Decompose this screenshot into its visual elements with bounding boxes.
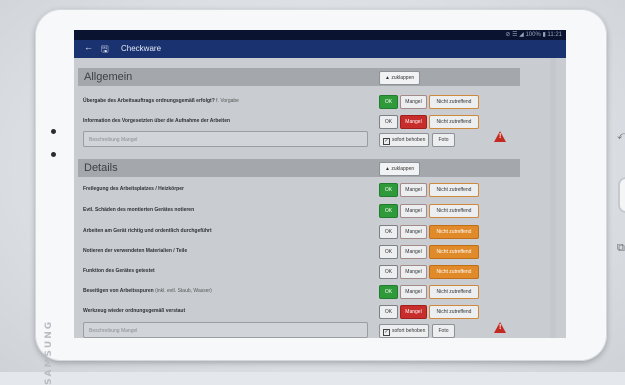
not-applicable-button[interactable]: Nicht zutreffend bbox=[429, 285, 479, 299]
camera-icon bbox=[51, 152, 56, 157]
recent-apps-icon[interactable]: ⧉ bbox=[617, 241, 625, 255]
mangel-button[interactable]: Mangel bbox=[400, 265, 427, 279]
checklist-row: Arbeiten am Gerät richtig und ordentlich… bbox=[78, 222, 520, 242]
row-label-text: Notieren der verwendeten Materialien / T… bbox=[83, 248, 188, 254]
collapse-button[interactable]: ▲ zuklappen bbox=[379, 162, 421, 176]
not-applicable-button[interactable]: Nicht zutreffend bbox=[429, 225, 479, 239]
ok-button[interactable]: OK bbox=[379, 245, 398, 259]
brand-logo: SAMSUNG bbox=[44, 319, 54, 385]
row-label-text: Freilegung des Arbeitsplatzes / Heizkörp… bbox=[83, 186, 184, 192]
ok-button[interactable]: OK bbox=[379, 305, 398, 319]
ok-button[interactable]: OK bbox=[379, 265, 398, 279]
row-label-text: Übergabe des Arbeitsauftrags ordnungsgem… bbox=[83, 98, 215, 104]
not-applicable-button[interactable]: Nicht zutreffend bbox=[429, 265, 479, 279]
row-label-text: Funktion des Gerätes getestet bbox=[83, 268, 155, 274]
checklist-row: Evtl. Schäden des montierten Gerätes not… bbox=[78, 201, 520, 221]
row-label-text: Arbeiten am Gerät richtig und ordentlich… bbox=[83, 228, 212, 234]
mangel-button[interactable]: Mangel bbox=[400, 183, 427, 197]
row-label: Freilegung des Arbeitsplatzes / Heizkörp… bbox=[83, 186, 184, 192]
checkbox-icon: ✓ bbox=[383, 138, 390, 145]
photo-button[interactable]: Foto bbox=[432, 133, 455, 147]
mangel-button[interactable]: Mangel bbox=[400, 245, 427, 259]
defect-description-input[interactable]: Beschreibung Mangel bbox=[83, 322, 368, 338]
row-label-text: Werkzeug wieder ordnungsgemäß verstaut bbox=[83, 308, 186, 314]
row-label-note: (inkl. evtl. Staub, Wasser) bbox=[155, 288, 212, 294]
checklist-row: Funktion des Gerätes getestet OK Mangel Nic… bbox=[78, 262, 520, 282]
row-label-text: Beseitigen von Arbeitsspuren bbox=[83, 288, 154, 294]
checklist-content: Allgemein ▲ zuklappen Übergabe des Arbeits… bbox=[74, 58, 566, 338]
fixed-immediately-toggle[interactable]: ✓ sofort behoben bbox=[379, 324, 430, 338]
row-label: Notieren der verwendeten Materialien / T… bbox=[83, 248, 187, 254]
app-bar: ← 🖫 Checkware bbox=[74, 40, 566, 58]
row-label: Übergabe des Arbeitsauftrags ordnungsgem… bbox=[83, 98, 239, 104]
ok-button[interactable]: OK bbox=[379, 115, 398, 129]
collapse-button[interactable]: ▲ zuklappen bbox=[379, 71, 421, 85]
fixed-immediately-label: sofort behoben bbox=[392, 328, 426, 334]
defect-description-row: Beschreibung Mangel ✓ sofort behoben Foto bbox=[78, 321, 520, 338]
row-label: Funktion des Gerätes getestet bbox=[83, 268, 155, 274]
row-label-note: f. Vorgabe bbox=[216, 98, 239, 104]
sensor-icon bbox=[51, 129, 56, 134]
fixed-immediately-label: sofort behoben bbox=[392, 137, 426, 143]
not-applicable-button[interactable]: Nicht zutreffend bbox=[429, 204, 479, 218]
ok-button[interactable]: OK bbox=[379, 95, 398, 109]
save-icon[interactable]: 🖫 bbox=[101, 42, 109, 58]
ok-button[interactable]: OK bbox=[379, 225, 398, 239]
defect-description-input[interactable]: Beschreibung Mangel bbox=[83, 131, 368, 147]
section-header: Allgemein ▲ zuklappen bbox=[78, 68, 520, 86]
row-label-text: Evtl. Schäden des montierten Gerätes not… bbox=[83, 207, 195, 213]
checklist-row: Übergabe des Arbeitsauftrags ordnungsgem… bbox=[78, 92, 520, 112]
screen: ⊘ ☰ ◢ 100% ▮ 11:21 ← 🖫 Checkware Allgeme… bbox=[74, 30, 566, 338]
mangel-button[interactable]: Mangel bbox=[400, 95, 427, 109]
home-button[interactable] bbox=[618, 177, 625, 213]
mangel-button[interactable]: Mangel bbox=[400, 305, 427, 319]
not-applicable-button[interactable]: Nicht zutreffend bbox=[429, 305, 479, 319]
not-applicable-button[interactable]: Nicht zutreffend bbox=[429, 245, 479, 259]
checklist-row: Werkzeug wieder ordnungsgemäß verstaut OK… bbox=[78, 302, 520, 322]
status-text: ⊘ ☰ ◢ 100% ▮ 11:21 bbox=[505, 32, 562, 38]
section-header: Details ▲ zuklappen bbox=[78, 159, 520, 177]
scrollbar[interactable] bbox=[550, 58, 556, 338]
row-label: Werkzeug wieder ordnungsgemäß verstaut bbox=[83, 308, 185, 314]
mangel-button[interactable]: Mangel bbox=[400, 204, 427, 218]
ok-button[interactable]: OK bbox=[379, 183, 398, 197]
checklist-row: Freilegung des Arbeitsplatzes / Heizkörp… bbox=[78, 180, 520, 200]
row-label: Beseitigen von Arbeitsspuren (inkl. evtl… bbox=[83, 288, 212, 294]
warning-icon bbox=[494, 131, 506, 142]
back-arrow-icon[interactable]: ← bbox=[84, 42, 93, 52]
section-title: Details bbox=[84, 162, 118, 174]
mangel-button[interactable]: Mangel bbox=[400, 285, 427, 299]
row-label: Information des Vorgesetzten über die Au… bbox=[83, 118, 230, 124]
status-bar: ⊘ ☰ ◢ 100% ▮ 11:21 bbox=[74, 30, 566, 40]
row-label-text: Information des Vorgesetzten über die Au… bbox=[83, 118, 231, 124]
back-key-icon[interactable]: ⤺ bbox=[617, 129, 625, 143]
row-label: Arbeiten am Gerät richtig und ordentlich… bbox=[83, 228, 212, 234]
ok-button[interactable]: OK bbox=[379, 204, 398, 218]
defect-description-row: Beschreibung Mangel ✓ sofort behoben Foto bbox=[78, 130, 520, 150]
checklist-row: Notieren der verwendeten Materialien / T… bbox=[78, 242, 520, 262]
fixed-immediately-toggle[interactable]: ✓ sofort behoben bbox=[379, 133, 430, 147]
photo-button[interactable]: Foto bbox=[432, 324, 455, 338]
not-applicable-button[interactable]: Nicht zutreffend bbox=[429, 95, 479, 109]
ok-button[interactable]: OK bbox=[379, 285, 398, 299]
mangel-button[interactable]: Mangel bbox=[400, 115, 427, 129]
checklist-row: Beseitigen von Arbeitsspuren (inkl. evtl… bbox=[78, 282, 520, 302]
app-title: Checkware bbox=[121, 44, 162, 53]
not-applicable-button[interactable]: Nicht zutreffend bbox=[429, 183, 479, 197]
checkbox-icon: ✓ bbox=[383, 329, 390, 336]
row-label: Evtl. Schäden des montierten Gerätes not… bbox=[83, 207, 194, 213]
warning-icon bbox=[494, 322, 506, 333]
section-title: Allgemein bbox=[84, 71, 133, 83]
not-applicable-button[interactable]: Nicht zutreffend bbox=[429, 115, 479, 129]
checklist-row: Information des Vorgesetzten über die Au… bbox=[78, 112, 520, 132]
mangel-button[interactable]: Mangel bbox=[400, 225, 427, 239]
